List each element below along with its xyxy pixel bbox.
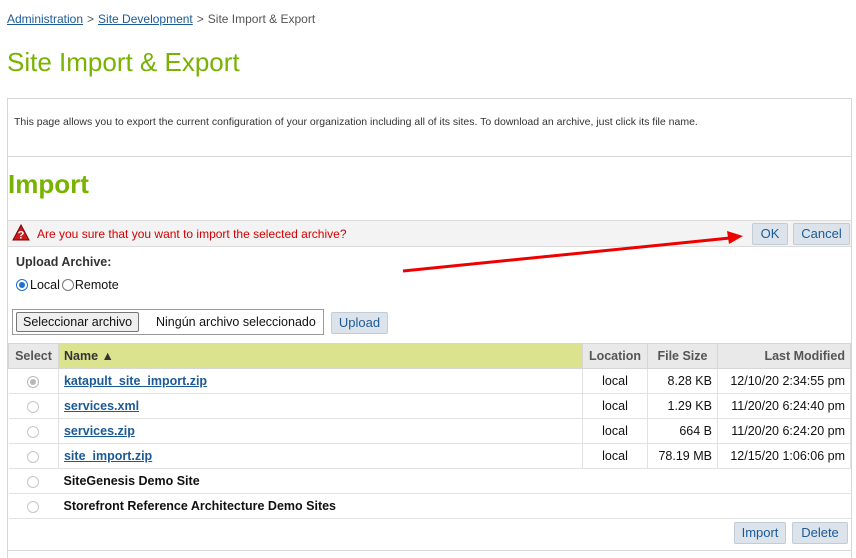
- delete-button[interactable]: Delete: [792, 522, 848, 544]
- warning-icon: ?: [12, 224, 30, 242]
- breadcrumb-separator: >: [196, 12, 204, 26]
- table-row: site_import.zip local 78.19 MB 12/15/20 …: [8, 443, 852, 469]
- file-location: local: [582, 368, 648, 394]
- column-header-file-size[interactable]: File Size: [647, 343, 718, 369]
- column-header-location[interactable]: Location: [582, 343, 648, 369]
- table-row: Storefront Reference Architecture Demo S…: [8, 493, 851, 519]
- import-section-title: Import: [8, 169, 89, 199]
- choose-file-button[interactable]: Seleccionar archivo: [16, 312, 140, 332]
- import-confirmation-bar: ? Are you sure that you want to import t…: [8, 220, 851, 247]
- radio-local[interactable]: [16, 279, 28, 291]
- breadcrumb: Administration > Site Development > Site Imp…: [7, 12, 315, 26]
- file-last-modified: 11/20/20 6:24:40 pm: [717, 393, 852, 419]
- file-last-modified: 12/10/20 2:34:55 pm: [717, 368, 852, 394]
- row-select-radio[interactable]: [27, 425, 40, 438]
- file-last-modified: 11/20/20 6:24:20 pm: [717, 418, 852, 444]
- file-name-link[interactable]: site_import.zip: [64, 449, 152, 463]
- file-size: 8.28 KB: [647, 368, 718, 394]
- row-select-radio[interactable]: [27, 375, 40, 388]
- breadcrumb-link-administration[interactable]: Administration: [7, 12, 83, 26]
- table-header-row: Select Name ▲ Location File Size Last Mo…: [8, 343, 852, 369]
- file-name-link[interactable]: services.zip: [64, 424, 135, 438]
- demo-site-name: SiteGenesis Demo Site: [58, 468, 851, 494]
- column-header-last-modified[interactable]: Last Modified: [716, 343, 852, 369]
- row-select-radio[interactable]: [27, 475, 40, 488]
- confirmation-message: Are you sure that you want to import the…: [37, 227, 347, 241]
- cancel-button[interactable]: Cancel: [793, 223, 850, 245]
- file-size: 1.29 KB: [647, 393, 718, 419]
- row-select-radio[interactable]: [27, 450, 40, 463]
- breadcrumb-current: Site Import & Export: [207, 12, 316, 26]
- table-row: katapult_site_import.zip local 8.28 KB 1…: [8, 368, 852, 394]
- import-button[interactable]: Import: [734, 522, 786, 544]
- radio-remote[interactable]: [61, 279, 74, 291]
- breadcrumb-link-site-development[interactable]: Site Development: [98, 12, 193, 26]
- file-last-modified: 12/15/20 1:06:06 pm: [717, 443, 852, 469]
- svg-text:?: ?: [18, 230, 25, 242]
- divider: [8, 156, 851, 157]
- row-select-cell: [8, 418, 59, 444]
- file-name-cell: katapult_site_import.zip: [58, 368, 584, 394]
- content-panel: This page allows you to export the curre…: [7, 98, 852, 558]
- row-select-cell: [8, 493, 59, 519]
- ok-button[interactable]: OK: [752, 223, 788, 245]
- file-name-cell: services.zip: [58, 418, 584, 444]
- file-name-cell: services.xml: [58, 393, 584, 419]
- row-select-cell: [8, 368, 59, 394]
- upload-archive-label: Upload Archive:: [16, 255, 112, 269]
- table-row: services.xml local 1.29 KB 11/20/20 6:24…: [8, 393, 852, 419]
- column-header-name[interactable]: Name ▲: [57, 343, 584, 369]
- radio-local-label[interactable]: Local: [30, 278, 60, 292]
- file-location: local: [582, 418, 648, 444]
- table-row: services.zip local 664 B 11/20/20 6:24:2…: [8, 418, 852, 444]
- file-picker: Seleccionar archivo Ningún archivo selec…: [12, 309, 324, 335]
- radio-remote-label[interactable]: Remote: [75, 278, 119, 292]
- divider: [8, 550, 851, 551]
- archive-source-radio-group: Local Remote: [16, 278, 119, 292]
- upload-button[interactable]: Upload: [331, 312, 388, 334]
- column-header-select: Select: [8, 343, 59, 369]
- file-status-text: Ningún archivo seleccionado: [156, 315, 316, 329]
- file-size: 664 B: [647, 418, 718, 444]
- archive-table: Select Name ▲ Location File Size Last Mo…: [8, 343, 852, 519]
- file-size: 78.19 MB: [647, 443, 718, 469]
- file-name-cell: site_import.zip: [58, 443, 584, 469]
- row-select-cell: [8, 468, 59, 494]
- row-select-cell: [8, 393, 59, 419]
- page-description: This page allows you to export the curre…: [14, 116, 698, 128]
- breadcrumb-separator: >: [87, 12, 95, 26]
- table-row: SiteGenesis Demo Site: [8, 468, 851, 494]
- page-title: Site Import & Export: [7, 47, 240, 77]
- file-location: local: [582, 443, 648, 469]
- file-name-link[interactable]: services.xml: [64, 399, 139, 413]
- file-location: local: [582, 393, 648, 419]
- demo-site-name: Storefront Reference Architecture Demo S…: [58, 493, 851, 519]
- row-select-radio[interactable]: [27, 500, 40, 513]
- file-name-link[interactable]: katapult_site_import.zip: [64, 374, 207, 388]
- row-select-radio[interactable]: [27, 400, 40, 413]
- row-select-cell: [8, 443, 59, 469]
